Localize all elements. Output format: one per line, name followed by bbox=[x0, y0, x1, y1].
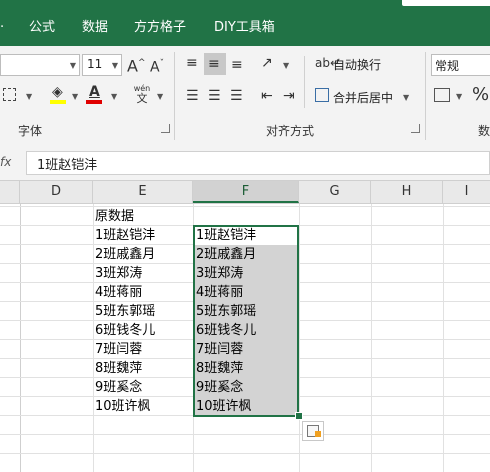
fill-color-button[interactable]: ◈ bbox=[50, 84, 68, 104]
font-group-launcher-icon[interactable] bbox=[161, 124, 170, 133]
shrink-font-button[interactable]: Aˇ bbox=[150, 56, 164, 76]
grow-font-button[interactable]: A^ bbox=[127, 55, 146, 74]
align-middle-icon: ≡ bbox=[208, 56, 220, 72]
chevron-down-icon[interactable]: ▼ bbox=[111, 92, 117, 101]
chevron-down-icon: ▼ bbox=[69, 61, 76, 70]
cell-e4[interactable]: 2班戚鑫月 bbox=[93, 245, 193, 264]
font-size-value: 11 bbox=[87, 57, 103, 71]
decrease-indent-icon[interactable]: ⇤ bbox=[261, 88, 273, 104]
paint-bucket-icon: ◈ bbox=[52, 84, 63, 100]
fill-handle[interactable] bbox=[295, 412, 303, 420]
percent-button[interactable]: % bbox=[472, 84, 489, 105]
column-header-d[interactable]: D bbox=[20, 181, 93, 203]
group-separator bbox=[425, 52, 426, 140]
font-name-select[interactable]: ▼ bbox=[0, 54, 80, 76]
group-separator bbox=[174, 52, 175, 140]
number-group-label: 数 bbox=[478, 124, 490, 138]
merge-center-label: 合并后居中 bbox=[333, 91, 394, 105]
cell-e9[interactable]: 7班闫蓉 bbox=[93, 340, 193, 359]
increase-indent-icon[interactable]: ⇥ bbox=[283, 88, 295, 104]
currency-icon[interactable] bbox=[434, 88, 450, 102]
chevron-down-icon: ▼ bbox=[111, 61, 118, 70]
align-right-icon[interactable]: ☰ bbox=[230, 88, 243, 104]
grid-line bbox=[0, 434, 490, 435]
tab-fangfang[interactable]: 方方格子 bbox=[134, 16, 186, 35]
column-header-g[interactable]: G bbox=[299, 181, 371, 203]
up-caret-icon: ^ bbox=[137, 58, 146, 68]
border-icon[interactable] bbox=[3, 88, 16, 101]
cell-e8[interactable]: 6班钱冬儿 bbox=[93, 321, 193, 340]
align-left-icon[interactable]: ☰ bbox=[186, 88, 199, 104]
grid-line bbox=[0, 206, 490, 207]
font-group-label: 字体 bbox=[18, 124, 43, 138]
fx-icon: fx bbox=[0, 155, 12, 169]
grid-line bbox=[0, 453, 490, 454]
cell-e12[interactable]: 10班许枫 bbox=[93, 397, 193, 416]
column-header-h[interactable]: H bbox=[371, 181, 443, 203]
cell-e7[interactable]: 5班东郭瑶 bbox=[93, 302, 193, 321]
tab-partial[interactable]: . bbox=[0, 16, 6, 31]
insert-function-button[interactable]: fx bbox=[0, 152, 20, 174]
font-size-select[interactable]: 11 ▼ bbox=[82, 54, 122, 76]
tab-data[interactable]: 数据 bbox=[82, 16, 108, 35]
font-color-button[interactable]: A bbox=[86, 84, 104, 104]
tab-formulas[interactable]: 公式 bbox=[29, 16, 55, 35]
cell-e5[interactable]: 3班郑涛 bbox=[93, 264, 193, 283]
pinyin-bottom-label: 文 bbox=[136, 92, 148, 105]
column-header-e[interactable]: E bbox=[93, 181, 193, 203]
chevron-down-icon[interactable]: ▼ bbox=[283, 61, 289, 70]
cell-e6[interactable]: 4班蒋丽 bbox=[93, 283, 193, 302]
tab-diy-toolbox[interactable]: DIY工具箱 bbox=[214, 16, 275, 35]
paste-options-badge bbox=[315, 431, 321, 437]
column-header-i[interactable]: I bbox=[443, 181, 490, 203]
pinyin-button[interactable]: wén 文 bbox=[132, 84, 152, 106]
ribbon-tab-bar: . 公式 数据 方方格子 DIY工具箱 bbox=[0, 0, 490, 46]
selection-border bbox=[193, 225, 299, 417]
chevron-down-icon[interactable]: ▼ bbox=[26, 92, 32, 101]
formula-input[interactable]: 1班赵铠沣 bbox=[26, 151, 490, 175]
cell-e10[interactable]: 8班魏萍 bbox=[93, 359, 193, 378]
down-caret-icon: ˇ bbox=[159, 59, 165, 69]
column-header-f[interactable]: F bbox=[193, 181, 299, 203]
font-color-bar bbox=[86, 100, 102, 104]
chevron-down-icon: ▼ bbox=[403, 93, 410, 102]
window-control-button[interactable] bbox=[402, 0, 490, 6]
shrink-font-label: A bbox=[150, 59, 160, 76]
cell-e11[interactable]: 9班奚念 bbox=[93, 378, 193, 397]
cell-e3[interactable]: 1班赵铠沣 bbox=[93, 226, 193, 245]
fill-color-bar bbox=[50, 100, 66, 104]
column-header-row: D E F G H I bbox=[0, 180, 490, 204]
merge-center-icon bbox=[315, 88, 329, 102]
font-color-a-icon: A bbox=[89, 84, 100, 100]
chevron-down-icon[interactable]: ▼ bbox=[157, 92, 163, 101]
align-top-icon[interactable]: ≡ bbox=[186, 55, 198, 71]
align-center-icon[interactable]: ☰ bbox=[208, 88, 221, 104]
chevron-down-icon[interactable]: ▼ bbox=[72, 92, 78, 101]
align-bottom-icon[interactable]: ≡ bbox=[231, 57, 243, 73]
align-middle-button[interactable]: ≡ bbox=[204, 53, 226, 75]
orientation-icon[interactable]: ↗ bbox=[261, 55, 273, 71]
alignment-group-launcher-icon[interactable] bbox=[411, 124, 420, 133]
group-separator bbox=[304, 56, 305, 108]
number-format-value: 常规 bbox=[435, 59, 460, 73]
alignment-group-label: 对齐方式 bbox=[266, 124, 315, 138]
quick-analysis-button[interactable] bbox=[302, 421, 324, 441]
wrap-text-label: 自动换行 bbox=[333, 58, 382, 72]
number-format-select[interactable]: 常规 bbox=[431, 54, 490, 76]
chevron-down-icon[interactable]: ▼ bbox=[456, 92, 462, 101]
cell-e2[interactable]: 原数据 bbox=[93, 207, 193, 226]
grow-font-label: A bbox=[127, 56, 138, 76]
select-all-corner[interactable] bbox=[0, 181, 20, 203]
